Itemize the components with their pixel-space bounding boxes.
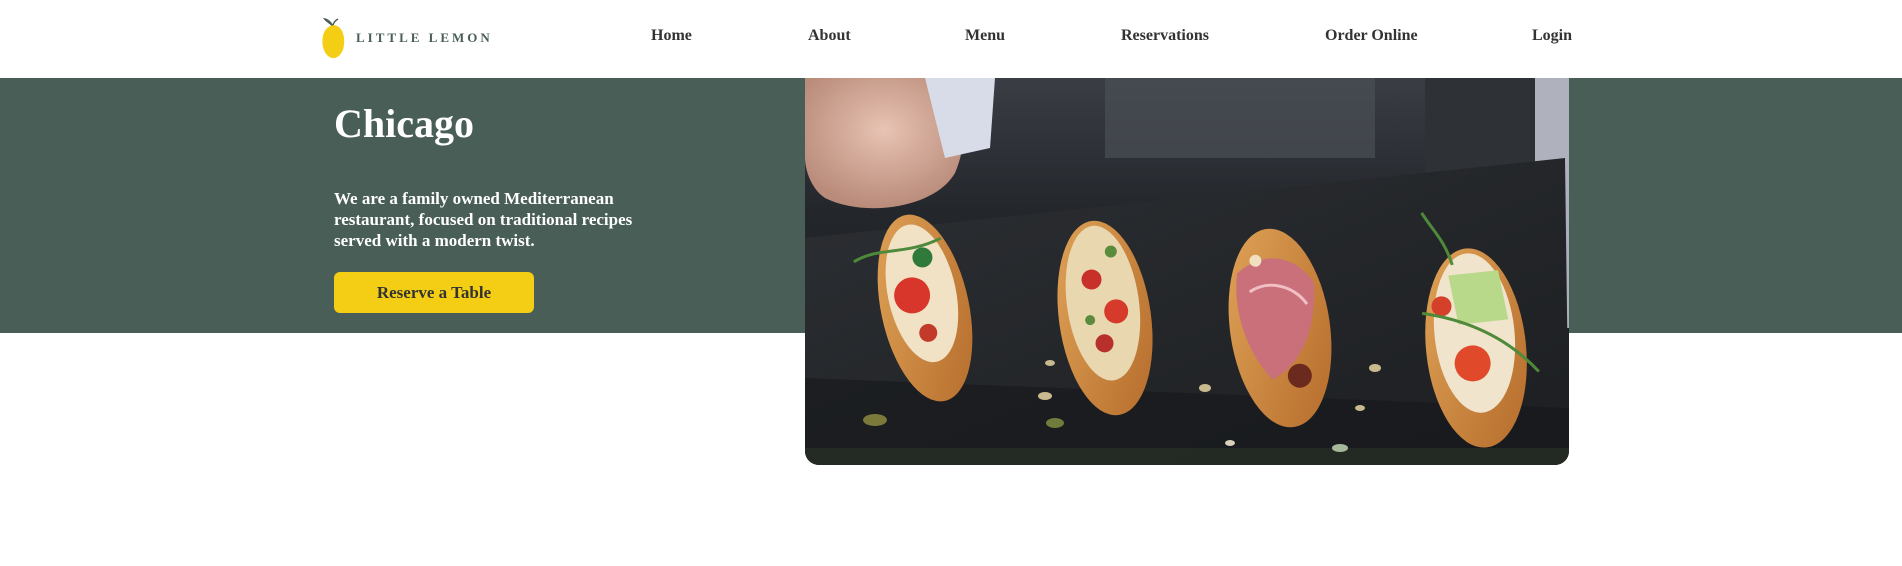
reserve-table-button[interactable]: Reserve a Table [334,272,534,313]
nav-item-about[interactable]: About [808,27,851,45]
main-nav: Home About Menu Reservations Order Onlin… [0,0,1902,78]
bruschetta-appetizers-photo [805,78,1569,465]
hero-image [805,78,1569,465]
hero-title: Chicago [334,101,474,146]
nav-item-reservations[interactable]: Reservations [1121,27,1209,45]
nav-item-login[interactable]: Login [1532,27,1572,45]
page: LITTLE LEMON Home About Menu Reservation… [0,0,1902,566]
nav-item-home[interactable]: Home [651,27,692,45]
site-header: LITTLE LEMON Home About Menu Reservation… [0,0,1902,78]
nav-item-order-online[interactable]: Order Online [1325,27,1418,45]
nav-item-menu[interactable]: Menu [965,27,1005,45]
hero-description: We are a family owned Mediterranean rest… [334,189,633,250]
